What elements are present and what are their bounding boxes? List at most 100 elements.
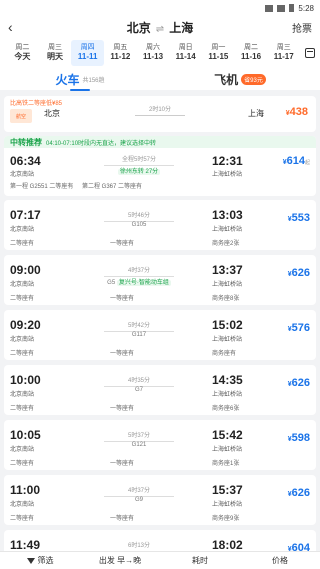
- arr-station: 上海虹桥站: [212, 337, 243, 343]
- arr-time: 15:37: [212, 483, 243, 497]
- date-item[interactable]: 周日 11-14: [169, 38, 202, 68]
- transfer-note: 04:10-07:10时段内无直达，建议选择中转: [46, 140, 157, 147]
- seat-first: 一等座有: [110, 406, 135, 412]
- date-item[interactable]: 周一 11-15: [202, 38, 235, 68]
- date-day: 今天: [14, 52, 31, 62]
- seat-second: 二等座有: [10, 241, 35, 247]
- arr-station: 上海虹桥站: [212, 227, 243, 233]
- duration: 5时46分: [104, 210, 174, 222]
- date-weekday: 周二: [244, 43, 259, 51]
- date-item[interactable]: 周五 11-12: [104, 38, 137, 68]
- transfer-card[interactable]: 中转推荐 04:10-07:10时段内无直达，建议选择中转 06:34 北京南站…: [4, 136, 316, 196]
- dep-station: 北京南站: [10, 282, 35, 288]
- plane-savings-badge: 省93元: [241, 73, 266, 85]
- price: ¥576: [287, 322, 310, 334]
- transfer-arr-time: 12:31: [212, 154, 243, 168]
- train-card[interactable]: 10:05 北京南站 5时37分 G121 15:42 上海虹桥站 ¥598 二等座有 一等座…: [4, 420, 316, 470]
- sort-depart-button[interactable]: 出发 早→晚: [80, 555, 160, 566]
- transfer-duration: 全程5时57分: [104, 154, 174, 166]
- date-weekday: 周一: [211, 43, 226, 51]
- flight-promo-text: 比高铁二等座低¥85: [10, 101, 63, 107]
- tab-plane[interactable]: 飞机 省93元: [160, 71, 320, 88]
- arr-station: 上海虹桥站: [212, 282, 243, 288]
- calendar-button[interactable]: [300, 38, 320, 68]
- dep-station: 北京南站: [10, 392, 35, 398]
- dep-time: 07:17: [10, 208, 41, 222]
- filter-icon: [26, 557, 35, 564]
- sort-price-label: 价格: [272, 556, 288, 565]
- transfer-price: ¥614起: [282, 155, 310, 167]
- grab-ticket-button[interactable]: 抢票: [292, 20, 312, 35]
- train-number: G5 复兴号·智能动车组: [107, 280, 171, 286]
- date-day: 明天: [47, 52, 63, 62]
- seat-first: 一等座有: [110, 296, 135, 302]
- bottom-bar: 筛选 出发 早→晚 耗时 价格: [0, 551, 320, 569]
- seat-business: 商务座8张: [212, 296, 240, 302]
- flight-promo-card[interactable]: 比高铁二等座低¥85 航空 北京 2时10分 上海 ¥438: [4, 96, 316, 132]
- arr-time: 13:03: [212, 208, 243, 222]
- train-list: 07:17 北京南站 5时46分 G105 13:03 上海虹桥站 ¥553 二等座有 一等座…: [0, 200, 320, 569]
- back-icon[interactable]: ‹: [8, 19, 28, 35]
- seat-first: 一等座有: [110, 351, 135, 357]
- dep-station: 北京南站: [10, 502, 35, 508]
- seat-first: 一等座有: [110, 516, 135, 522]
- duration: 4时37分: [104, 265, 174, 277]
- sort-duration-button[interactable]: 耗时: [160, 555, 240, 566]
- arr-station: 上海虹桥站: [212, 502, 243, 508]
- from-city: 北京: [126, 20, 151, 35]
- price: ¥626: [287, 487, 310, 499]
- header: ‹ 北京 ⇌ 上海 抢票: [0, 16, 320, 38]
- date-day: 11-14: [175, 52, 196, 62]
- date-weekday: 周三: [276, 43, 291, 51]
- date-item[interactable]: 周六 11-13: [137, 38, 170, 68]
- date-weekday: 周四: [80, 43, 95, 51]
- transfer-via: 徐州东转 27分: [117, 169, 161, 175]
- mode-tabs: 火车 共156趟 飞机 省93元: [0, 68, 320, 91]
- arr-time: 14:35: [212, 373, 243, 387]
- train-card[interactable]: 07:17 北京南站 5时46分 G105 13:03 上海虹桥站 ¥553 二等座有 一等座…: [4, 200, 316, 250]
- train-card[interactable]: 09:20 北京南站 5时42分 G117 15:02 上海虹桥站 ¥576 二等座有 一等座…: [4, 310, 316, 360]
- date-item[interactable]: 周二 今天: [6, 38, 39, 68]
- price: ¥626: [287, 377, 310, 389]
- seat-first: 一等座有: [110, 241, 135, 247]
- sort-price-button[interactable]: 价格: [240, 555, 320, 566]
- date-day: 11-13: [143, 52, 164, 62]
- date-item[interactable]: 周四 11-11: [71, 40, 105, 66]
- signal-icon: [277, 4, 286, 12]
- transfer-title: 中转推荐: [10, 137, 42, 147]
- dep-station: 北京南站: [10, 447, 35, 453]
- battery-icon: [289, 4, 295, 12]
- swap-icon[interactable]: ⇌: [156, 24, 164, 35]
- dep-station: 北京南站: [10, 227, 35, 233]
- filter-label: 筛选: [37, 556, 54, 565]
- dep-time: 10:00: [10, 373, 41, 387]
- seat-second: 二等座有: [10, 296, 35, 302]
- duration: 4时37分: [104, 485, 174, 497]
- train-card[interactable]: 10:00 北京南站 4时35分 G7 14:35 上海虹桥站 ¥626 二等座有 一等座有 商…: [4, 365, 316, 415]
- price: ¥598: [287, 432, 310, 444]
- train-number: G9: [134, 497, 143, 503]
- transfer-leg-1: 第一程 G2551 二等座有: [10, 184, 74, 190]
- date-weekday: 周六: [146, 43, 161, 51]
- date-item[interactable]: 周三 11-17: [267, 38, 300, 68]
- train-number: G7: [134, 387, 143, 393]
- route-title: 北京 ⇌ 上海: [0, 19, 320, 36]
- filter-button[interactable]: 筛选: [0, 555, 80, 566]
- date-strip: 周二 今天 周三 明天 周四 11-11 周五 11-12 周六 11-13 周日 11-14 周一 11…: [0, 38, 320, 68]
- flight-to: 上海: [248, 109, 264, 118]
- seat-second: 二等座有: [10, 461, 35, 467]
- tab-train[interactable]: 火车 共156趟: [0, 71, 160, 91]
- date-item[interactable]: 周三 明天: [39, 38, 72, 68]
- train-card[interactable]: 09:00 北京南站 4时37分 G5 复兴号·智能动车组 13:37 上海虹桥站 ¥626…: [4, 255, 316, 305]
- transfer-dep-time: 06:34: [10, 154, 41, 168]
- arr-station: 上海虹桥站: [212, 392, 243, 398]
- date-day: 11-17: [273, 52, 294, 62]
- train-card[interactable]: 11:00 北京南站 4时37分 G9 15:37 上海虹桥站 ¥626 二等座有 一等座有 商…: [4, 475, 316, 525]
- dep-time: 09:00: [10, 263, 41, 277]
- train-number: G121: [131, 442, 147, 448]
- to-city: 上海: [169, 20, 194, 35]
- train-number: G117: [131, 332, 147, 338]
- wifi-icon: [265, 4, 274, 12]
- date-item[interactable]: 周二 11-16: [235, 38, 268, 68]
- duration: 4时35分: [104, 375, 174, 387]
